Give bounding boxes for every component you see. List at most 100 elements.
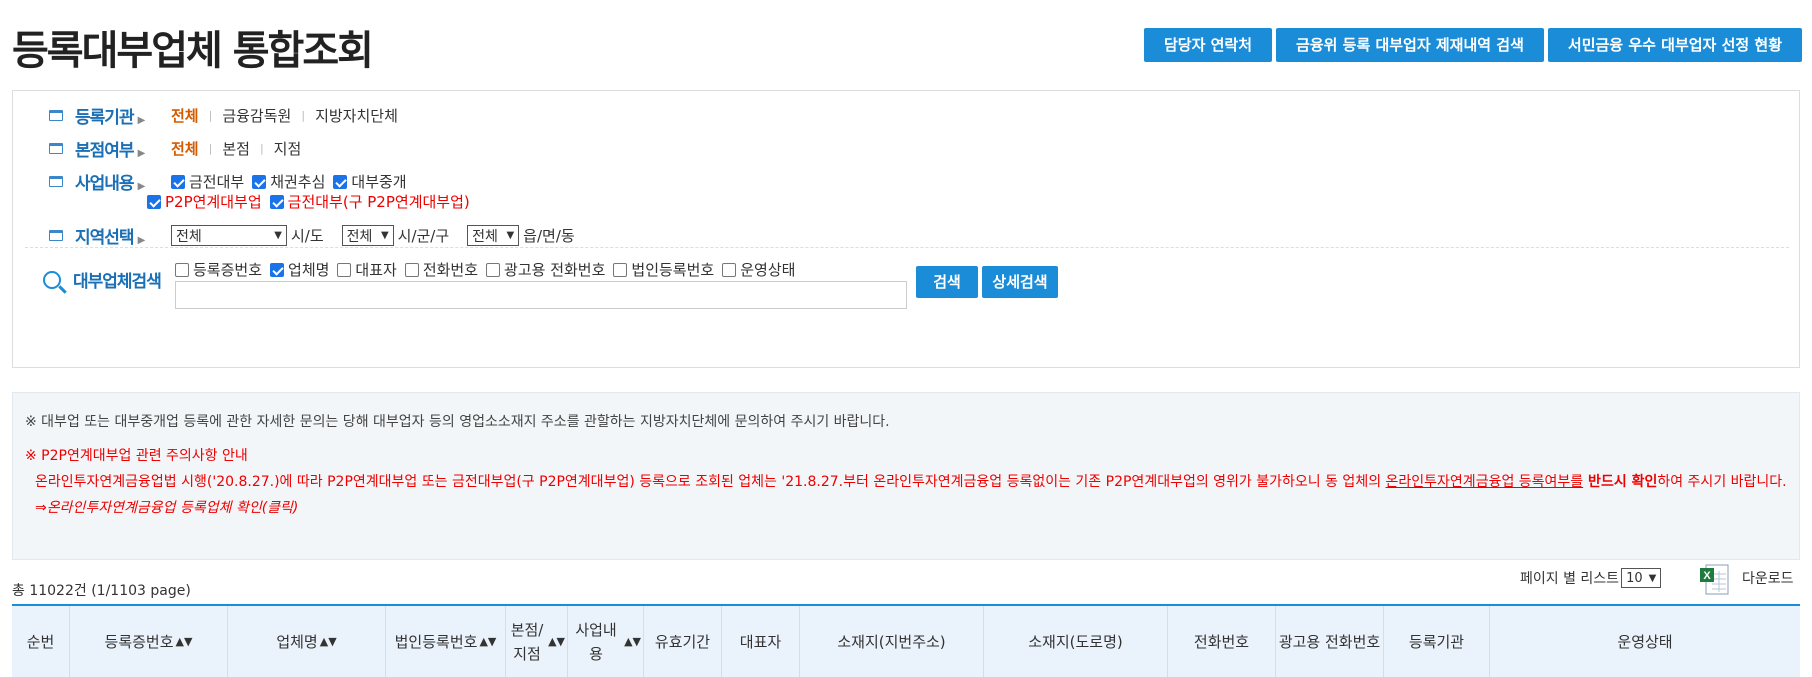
per-page-label: 페이지 별 리스트 bbox=[1520, 571, 1620, 587]
detail-search-button[interactable]: 상세검색 bbox=[982, 266, 1058, 298]
col-header: 대표자 bbox=[722, 606, 800, 677]
checkbox-label: 광고용 전화번호 bbox=[504, 261, 606, 279]
col-label: 등록기관 bbox=[1408, 632, 1465, 651]
search-opt-status[interactable]: 운영상태 bbox=[722, 259, 795, 280]
col-label: 순번 bbox=[26, 632, 55, 651]
business-check-legacy-p2p[interactable]: 금전대부(구 P2P연계대부업) bbox=[269, 191, 470, 212]
checkbox-label: 운영상태 bbox=[740, 261, 796, 279]
search-opt-phone[interactable]: 전화번호 bbox=[404, 259, 478, 280]
col-header-sortable[interactable]: 본점/지점 ▲▼ bbox=[506, 606, 568, 677]
col-label: 등록증번호 bbox=[104, 632, 174, 651]
checkbox-label: 법인등록번호 bbox=[631, 261, 715, 279]
checkbox-label: 금전대부 bbox=[189, 173, 245, 191]
col-header-sortable[interactable]: 업체명 ▲▼ bbox=[228, 606, 386, 677]
checkbox-label: 대표자 bbox=[355, 261, 397, 279]
col-header-sortable[interactable]: 등록증번호 ▲▼ bbox=[70, 606, 228, 677]
agency-option-all[interactable]: 전체 bbox=[171, 105, 199, 126]
checkbox-label: 등록증번호 bbox=[193, 261, 263, 279]
per-page-select[interactable]: 10 ▼ bbox=[1621, 568, 1662, 588]
checkbox-unchecked[interactable] bbox=[613, 262, 628, 277]
branch-option-head[interactable]: 본점 bbox=[222, 138, 250, 159]
checkbox-unchecked[interactable] bbox=[722, 262, 737, 277]
sanction-search-button[interactable]: 금융위 등록 대부업자 제재내역 검색 bbox=[1276, 28, 1544, 62]
col-header: 소재지(도로명) bbox=[984, 606, 1168, 677]
filter-label-business: 사업내용 bbox=[75, 174, 135, 194]
folder-icon bbox=[49, 110, 63, 121]
contact-button[interactable]: 담당자 연락처 bbox=[1143, 28, 1273, 62]
checkbox-label: 금전대부(구 P2P연계대부업) bbox=[287, 193, 470, 211]
download-link[interactable]: 다운로드 bbox=[1742, 568, 1794, 588]
checkbox-unchecked[interactable] bbox=[404, 262, 419, 277]
search-opt-regno[interactable]: 등록증번호 bbox=[175, 259, 262, 280]
col-label: 사업내용 bbox=[575, 620, 617, 663]
col-label: 대표자 bbox=[739, 632, 782, 651]
notice-emphasis: 반드시 확인 bbox=[1583, 474, 1658, 490]
p2p-registry-link[interactable]: ⇒온라인투자연계금융업 등록업체 확인(클릭) bbox=[25, 495, 1787, 521]
folder-icon bbox=[49, 143, 63, 154]
dong-unit: 읍/면/동 bbox=[523, 227, 575, 245]
branch-option-branch[interactable]: 지점 bbox=[274, 138, 302, 159]
filter-label-region: 지역선택 bbox=[75, 228, 135, 248]
search-button[interactable]: 검색 bbox=[916, 266, 978, 298]
page-title: 등록대부업체 통합조회 bbox=[12, 28, 374, 74]
branch-option-all[interactable]: 전체 bbox=[171, 138, 199, 159]
filter-label-agency: 등록기관 bbox=[75, 108, 135, 128]
dong-select[interactable]: 전체 ▼ bbox=[467, 225, 520, 246]
svg-text:X: X bbox=[1703, 570, 1711, 582]
search-opt-ad-phone[interactable]: 광고용 전화번호 bbox=[486, 259, 605, 280]
search-input[interactable] bbox=[175, 281, 907, 309]
checkbox-checked[interactable] bbox=[270, 262, 285, 277]
col-header: 전화번호 bbox=[1168, 606, 1276, 677]
col-header: 등록기관 bbox=[1384, 606, 1490, 677]
sort-icon[interactable]: ▲▼ bbox=[479, 630, 496, 654]
excel-icon[interactable]: X bbox=[1698, 562, 1734, 598]
sigungu-unit: 시/군/구 bbox=[397, 227, 450, 245]
divider bbox=[25, 247, 1789, 248]
checkbox-checked[interactable] bbox=[269, 194, 284, 209]
filter-panel: 등록기관 ▶ 전체 | 금융감독원 | 지방자치단체 본점여부 ▶ 전체 | 본점 … bbox=[12, 90, 1800, 368]
select-value: 전체 bbox=[472, 228, 498, 245]
arrow-right-icon: ▶ bbox=[137, 235, 146, 246]
col-label: 운영상태 bbox=[1617, 632, 1673, 651]
business-check-brokerage[interactable]: 대부중개 bbox=[333, 171, 407, 192]
search-opt-company[interactable]: 업체명 bbox=[270, 259, 329, 280]
search-opt-corp-no[interactable]: 법인등록번호 bbox=[613, 259, 714, 280]
filter-row-agency: 등록기관 ▶ 전체 | 금융감독원 | 지방자치단체 bbox=[49, 103, 398, 128]
checkbox-checked[interactable] bbox=[252, 174, 267, 189]
sort-icon[interactable]: ▲▼ bbox=[176, 630, 193, 654]
agency-option-local[interactable]: 지방자치단체 bbox=[315, 105, 398, 126]
business-check-collection[interactable]: 채권추심 bbox=[252, 171, 325, 192]
per-page-control: 페이지 별 리스트 10 ▼ bbox=[1520, 568, 1662, 588]
business-check-p2p[interactable]: P2P연계대부업 bbox=[147, 191, 262, 212]
sort-icon[interactable]: ▲▼ bbox=[548, 630, 565, 654]
notice-body-text: 온라인투자연계금융업법 시행('20.8.27.)에 따라 P2P연계대부업 또… bbox=[35, 474, 1386, 490]
checkbox-unchecked[interactable] bbox=[486, 262, 501, 277]
col-label: 업체명 bbox=[276, 632, 318, 651]
col-label: 본점/지점 bbox=[510, 620, 544, 663]
col-header-sortable[interactable]: 법인등록번호 ▲▼ bbox=[386, 606, 506, 677]
checkbox-unchecked[interactable] bbox=[337, 262, 352, 277]
notice-underline: 온라인투자연계금융업 등록여부를 bbox=[1385, 474, 1584, 490]
separator: | bbox=[301, 109, 306, 122]
sido-select[interactable]: 전체 ▼ bbox=[171, 225, 287, 246]
col-label: 법인등록번호 bbox=[394, 632, 478, 651]
checkbox-checked[interactable] bbox=[147, 194, 161, 209]
col-label: 소재지(도로명) bbox=[1028, 632, 1123, 651]
company-search-label: 대부업체검색 bbox=[43, 267, 162, 292]
col-label: 전화번호 bbox=[1193, 632, 1250, 651]
select-value: 10 bbox=[1626, 570, 1643, 586]
business-check-loan[interactable]: 금전대부 bbox=[171, 171, 244, 192]
checkbox-unchecked[interactable] bbox=[175, 262, 189, 277]
checkbox-label: P2P연계대부업 bbox=[165, 193, 262, 211]
checkbox-checked[interactable] bbox=[171, 174, 185, 189]
col-header-sortable[interactable]: 사업내용 ▲▼ bbox=[568, 606, 644, 677]
excellent-lender-button[interactable]: 서민금융 우수 대부업자 선정 현황 bbox=[1547, 28, 1802, 62]
agency-option-fss[interactable]: 금융감독원 bbox=[222, 105, 291, 126]
search-opt-ceo[interactable]: 대표자 bbox=[337, 259, 397, 280]
checkbox-checked[interactable] bbox=[333, 174, 348, 189]
sort-icon[interactable]: ▲▼ bbox=[624, 630, 641, 654]
col-label: 유효기간 bbox=[654, 632, 711, 651]
arrow-right-icon: ▶ bbox=[137, 148, 146, 159]
sort-icon[interactable]: ▲▼ bbox=[320, 630, 337, 654]
sigungu-select[interactable]: 전체 ▼ bbox=[341, 225, 394, 246]
